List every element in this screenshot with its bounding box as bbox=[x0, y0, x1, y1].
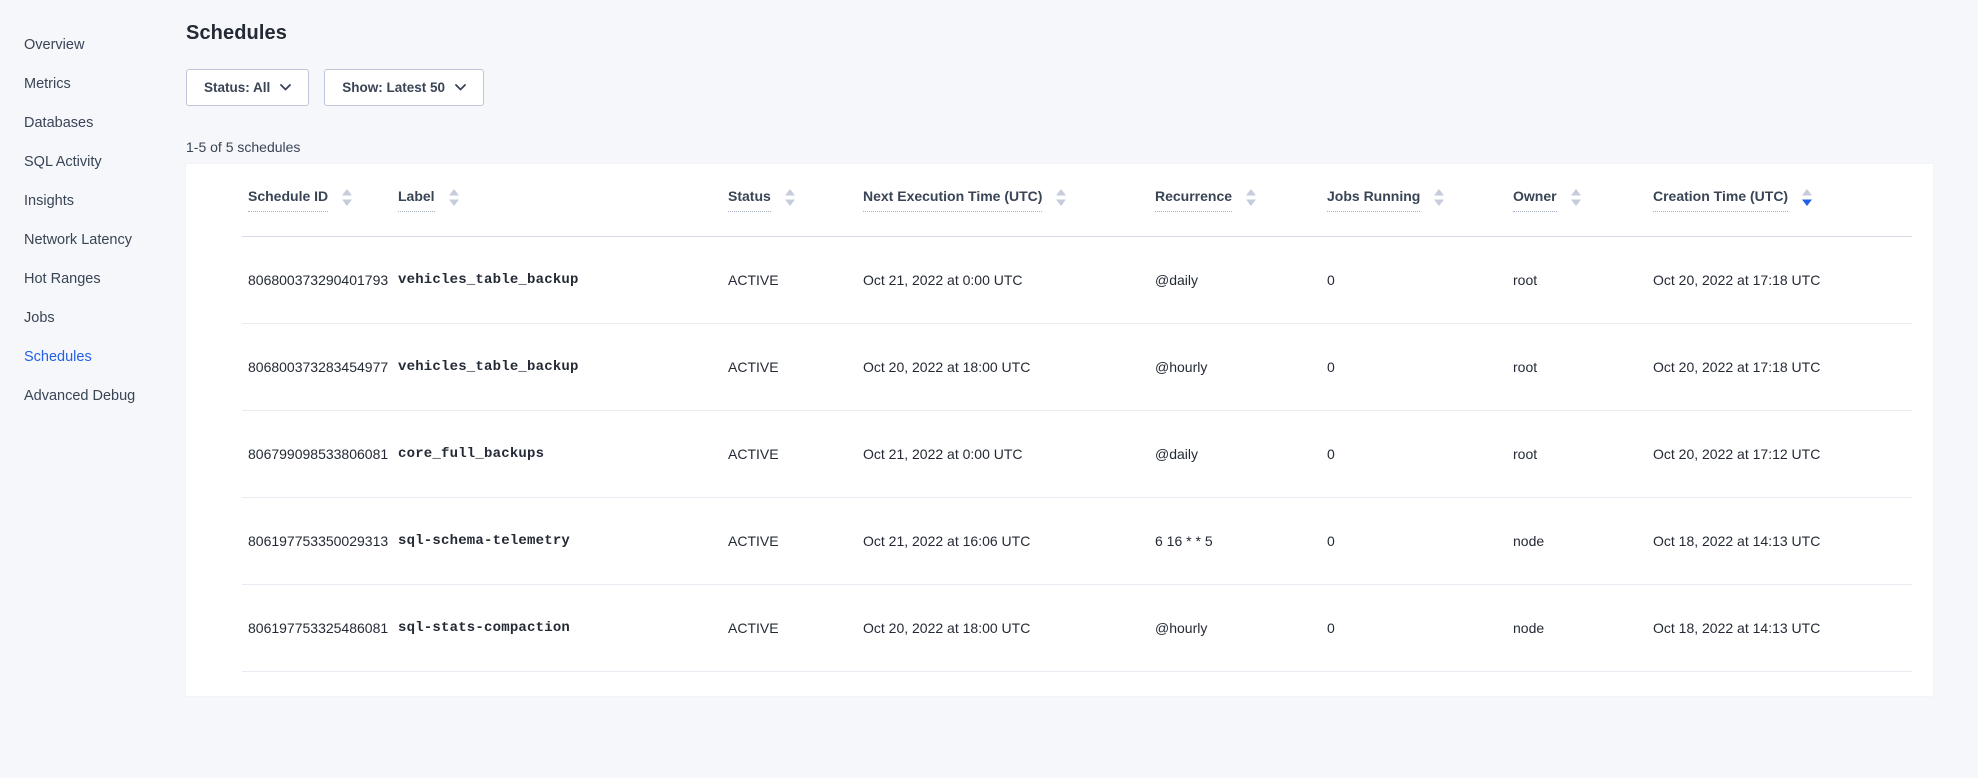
sidebar-item-metrics[interactable]: Metrics bbox=[0, 65, 186, 104]
table-header-row: Schedule ID Label Status Next Execution … bbox=[242, 164, 1912, 236]
sidebar-item-network-latency[interactable]: Network Latency bbox=[0, 221, 186, 260]
cell-label: vehicles_table_backup bbox=[392, 236, 722, 323]
cell-label: sql-schema-telemetry bbox=[392, 497, 722, 584]
cell-recurrence: @daily bbox=[1149, 410, 1321, 497]
cell-schedule-id: 806800373283454977 bbox=[242, 323, 392, 410]
sort-arrows-icon[interactable] bbox=[1056, 189, 1066, 206]
cell-jobs-running: 0 bbox=[1321, 236, 1507, 323]
sidebar-item-databases[interactable]: Databases bbox=[0, 104, 186, 143]
cell-label: sql-stats-compaction bbox=[392, 584, 722, 671]
status-filter-dropdown[interactable]: Status: All bbox=[186, 69, 309, 106]
column-header-status: Status bbox=[722, 164, 857, 236]
sidebar-item-hot-ranges[interactable]: Hot Ranges bbox=[0, 260, 186, 299]
cell-next-execution: Oct 21, 2022 at 0:00 UTC bbox=[857, 236, 1149, 323]
cell-jobs-running: 0 bbox=[1321, 410, 1507, 497]
cell-creation-time: Oct 18, 2022 at 14:13 UTC bbox=[1647, 497, 1912, 584]
column-header-recurrence: Recurrence bbox=[1149, 164, 1321, 236]
filter-bar: Status: All Show: Latest 50 bbox=[186, 69, 1978, 106]
column-header[interactable]: Jobs Running bbox=[1327, 189, 1444, 212]
cell-next-execution: Oct 20, 2022 at 18:00 UTC bbox=[857, 584, 1149, 671]
table-row[interactable]: 806799098533806081 core_full_backups ACT… bbox=[242, 410, 1912, 497]
table-row[interactable]: 806800373283454977 vehicles_table_backup… bbox=[242, 323, 1912, 410]
table-row[interactable]: 806197753350029313 sql-schema-telemetry … bbox=[242, 497, 1912, 584]
sidebar-nav: OverviewMetricsDatabasesSQL ActivityInsi… bbox=[0, 0, 186, 778]
sidebar-item-sql-activity[interactable]: SQL Activity bbox=[0, 143, 186, 182]
cell-recurrence: 6 16 * * 5 bbox=[1149, 497, 1321, 584]
cell-creation-time: Oct 20, 2022 at 17:18 UTC bbox=[1647, 323, 1912, 410]
column-header-jobs-running: Jobs Running bbox=[1321, 164, 1507, 236]
results-summary: 1-5 of 5 schedules bbox=[186, 139, 1978, 155]
cell-owner: node bbox=[1507, 584, 1647, 671]
cell-owner: root bbox=[1507, 323, 1647, 410]
sidebar-item-overview[interactable]: Overview bbox=[0, 26, 186, 65]
column-header[interactable]: Next Execution Time (UTC) bbox=[863, 189, 1066, 212]
sort-arrows-icon[interactable] bbox=[449, 189, 459, 206]
cell-recurrence: @hourly bbox=[1149, 584, 1321, 671]
column-header[interactable]: Owner bbox=[1513, 189, 1581, 212]
cell-schedule-id: 806197753350029313 bbox=[242, 497, 392, 584]
cell-schedule-id: 806800373290401793 bbox=[242, 236, 392, 323]
column-header[interactable]: Schedule ID bbox=[248, 189, 352, 212]
sort-arrows-icon[interactable] bbox=[1802, 189, 1812, 206]
cell-recurrence: @daily bbox=[1149, 236, 1321, 323]
cell-jobs-running: 0 bbox=[1321, 497, 1507, 584]
schedules-table-card: Schedule ID Label Status Next Execution … bbox=[186, 164, 1933, 696]
sidebar-item-jobs[interactable]: Jobs bbox=[0, 299, 186, 338]
column-header[interactable]: Label bbox=[398, 189, 459, 212]
cell-next-execution: Oct 20, 2022 at 18:00 UTC bbox=[857, 323, 1149, 410]
column-header-creation-time-utc: Creation Time (UTC) bbox=[1647, 164, 1912, 236]
sort-arrows-icon[interactable] bbox=[342, 189, 352, 206]
cell-status: ACTIVE bbox=[722, 323, 857, 410]
column-header[interactable]: Recurrence bbox=[1155, 189, 1256, 212]
cell-next-execution: Oct 21, 2022 at 16:06 UTC bbox=[857, 497, 1149, 584]
cell-label: vehicles_table_backup bbox=[392, 323, 722, 410]
chevron-down-icon bbox=[280, 84, 291, 91]
cell-creation-time: Oct 20, 2022 at 17:18 UTC bbox=[1647, 236, 1912, 323]
sort-arrows-icon[interactable] bbox=[1571, 189, 1581, 206]
cell-recurrence: @hourly bbox=[1149, 323, 1321, 410]
sidebar-item-insights[interactable]: Insights bbox=[0, 182, 186, 221]
main-content: Schedules Status: All Show: Latest 50 1-… bbox=[186, 0, 1978, 778]
cell-jobs-running: 0 bbox=[1321, 323, 1507, 410]
cell-schedule-id: 806799098533806081 bbox=[242, 410, 392, 497]
cell-next-execution: Oct 21, 2022 at 0:00 UTC bbox=[857, 410, 1149, 497]
sidebar-item-advanced-debug[interactable]: Advanced Debug bbox=[0, 377, 186, 416]
sidebar-item-schedules[interactable]: Schedules bbox=[0, 338, 186, 377]
cell-status: ACTIVE bbox=[722, 410, 857, 497]
cell-status: ACTIVE bbox=[722, 236, 857, 323]
cell-owner: root bbox=[1507, 410, 1647, 497]
cell-label: core_full_backups bbox=[392, 410, 722, 497]
cell-schedule-id: 806197753325486081 bbox=[242, 584, 392, 671]
table-row[interactable]: 806197753325486081 sql-stats-compaction … bbox=[242, 584, 1912, 671]
sort-arrows-icon[interactable] bbox=[1246, 189, 1256, 206]
page-title: Schedules bbox=[186, 22, 1978, 45]
chevron-down-icon bbox=[455, 84, 466, 91]
column-header-schedule-id: Schedule ID bbox=[242, 164, 392, 236]
cell-creation-time: Oct 20, 2022 at 17:12 UTC bbox=[1647, 410, 1912, 497]
sort-arrows-icon[interactable] bbox=[1434, 189, 1444, 206]
schedules-table: Schedule ID Label Status Next Execution … bbox=[242, 164, 1912, 672]
cell-creation-time: Oct 18, 2022 at 14:13 UTC bbox=[1647, 584, 1912, 671]
column-header-next-execution-time-utc: Next Execution Time (UTC) bbox=[857, 164, 1149, 236]
table-row[interactable]: 806800373290401793 vehicles_table_backup… bbox=[242, 236, 1912, 323]
column-header-label: Label bbox=[392, 164, 722, 236]
cell-status: ACTIVE bbox=[722, 584, 857, 671]
cell-jobs-running: 0 bbox=[1321, 584, 1507, 671]
column-header[interactable]: Status bbox=[728, 189, 795, 212]
cell-owner: root bbox=[1507, 236, 1647, 323]
status-filter-label: Status: All bbox=[204, 80, 270, 95]
cell-owner: node bbox=[1507, 497, 1647, 584]
show-filter-dropdown[interactable]: Show: Latest 50 bbox=[324, 69, 484, 106]
cell-status: ACTIVE bbox=[722, 497, 857, 584]
column-header-owner: Owner bbox=[1507, 164, 1647, 236]
sort-arrows-icon[interactable] bbox=[785, 189, 795, 206]
show-filter-label: Show: Latest 50 bbox=[342, 80, 445, 95]
column-header[interactable]: Creation Time (UTC) bbox=[1653, 189, 1812, 212]
